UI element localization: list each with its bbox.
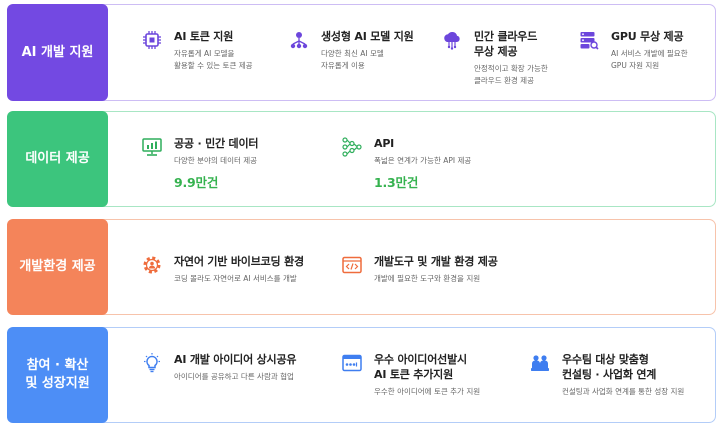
item-genai-model: 생성형 AI 모델 지원 다양한 최신 AI 모델 자유롭게 이용 <box>289 29 414 72</box>
item-ai-token: AI 토큰 지원 자유롭게 AI 모델을 활용할 수 있는 토큰 제공 <box>142 29 253 72</box>
item-desc: 코딩 몰라도 자연어로 AI 서비스를 개발 <box>174 274 297 283</box>
section-participation-growth: 참여 · 확산 및 성장지원 AI 개발 아이디어 상시공유 아이디어를 공유하… <box>7 327 716 423</box>
item-desc: 자유롭게 AI 모델을 활용할 수 있는 토큰 제공 <box>174 49 253 70</box>
item-desc: 다양한 최신 AI 모델 자유롭게 이용 <box>321 49 384 70</box>
section-panel: 자연어 기반 바이브코딩 환경 코딩 몰라도 자연어로 AI 서비스를 개발 개… <box>101 219 716 315</box>
item-desc: 안정적이고 확장 가능한 클라우드 환경 제공 <box>474 64 548 85</box>
chip-icon <box>142 30 162 50</box>
section-data-provision: 데이터 제공 공공 · 민간 데이터 다양한 분야의 데이터 제공 9.9만건 … <box>7 111 716 207</box>
item-title: API <box>374 137 395 150</box>
section-label: AI 개발 지원 <box>7 4 108 101</box>
item-dev-tools: 개발도구 및 개발 환경 제공 개발에 필요한 도구와 환경을 지원 <box>342 254 498 285</box>
item-title: 민간 클라우드 무상 제공 <box>474 30 538 58</box>
item-desc: 우수한 아이디어에 토큰 추가 지원 <box>374 387 481 396</box>
data-count: 9.9만건 <box>174 175 219 190</box>
item-title: AI 토큰 지원 <box>174 30 234 43</box>
section-ai-dev-support: AI 개발 지원 AI 토큰 지원 자유롭게 AI 모델을 활용할 수 있는 토… <box>7 4 716 101</box>
item-api: API 폭넓은 연계가 가능한 API 제공 1.3만건 <box>342 136 471 191</box>
api-count: 1.3만건 <box>374 175 419 190</box>
code-window-icon <box>342 255 362 275</box>
lightbulb-icon <box>142 353 162 373</box>
item-consulting: 우수팀 대상 맞춤형 컨설팅 · 사업화 연계 컨설팅과 사업화 연계를 통한 … <box>530 352 684 398</box>
section-label: 참여 · 확산 및 성장지원 <box>7 327 108 423</box>
api-nodes-icon <box>342 137 362 157</box>
item-gpu: GPU 무상 제공 AI 서비스 개발에 필요한 GPU 자원 지원 <box>579 29 688 72</box>
item-title: GPU 무상 제공 <box>611 30 684 43</box>
item-desc: 개발에 필요한 도구와 환경을 지원 <box>374 274 481 283</box>
item-desc: 다양한 분야의 데이터 제공 <box>174 156 258 165</box>
section-panel: AI 토큰 지원 자유롭게 AI 모델을 활용할 수 있는 토큰 제공 생성형 … <box>101 4 716 101</box>
item-desc: 아이디어를 공유하고 다른 사람과 협업 <box>174 372 294 381</box>
item-title: 공공 · 민간 데이터 <box>174 137 259 150</box>
gear-person-icon <box>142 255 162 275</box>
section-label: 데이터 제공 <box>7 111 108 207</box>
section-panel: AI 개발 아이디어 상시공유 아이디어를 공유하고 다른 사람과 협업 우수 … <box>101 327 716 423</box>
item-cloud: 민간 클라우드 무상 제공 안정적이고 확장 가능한 클라우드 환경 제공 <box>442 29 548 87</box>
item-title: 자연어 기반 바이브코딩 환경 <box>174 255 304 268</box>
item-public-private-data: 공공 · 민간 데이터 다양한 분야의 데이터 제공 9.9만건 <box>142 136 259 191</box>
server-icon <box>579 30 599 50</box>
monitor-chart-icon <box>142 137 162 157</box>
item-title: 우수 아이디어선발시 AI 토큰 추가지원 <box>374 353 467 381</box>
item-title: 개발도구 및 개발 환경 제공 <box>374 255 498 268</box>
item-desc: AI 서비스 개발에 필요한 GPU 자원 지원 <box>611 49 688 70</box>
cloud-icon <box>442 30 462 50</box>
item-title: 생성형 AI 모델 지원 <box>321 30 414 43</box>
network-icon <box>289 30 309 50</box>
section-label: 개발환경 제공 <box>7 219 108 315</box>
item-desc: 폭넓은 연계가 가능한 API 제공 <box>374 156 472 165</box>
item-title: 우수팀 대상 맞춤형 컨설팅 · 사업화 연계 <box>562 353 657 381</box>
section-dev-environment: 개발환경 제공 자연어 기반 바이브코딩 환경 코딩 몰라도 자연어로 AI 서… <box>7 219 716 315</box>
section-panel: 공공 · 민간 데이터 다양한 분야의 데이터 제공 9.9만건 API 폭넓은… <box>101 111 716 207</box>
item-idea-sharing: AI 개발 아이디어 상시공유 아이디어를 공유하고 다른 사람과 협업 <box>142 352 296 383</box>
item-idea-selection: 우수 아이디어선발시 AI 토큰 추가지원 우수한 아이디어에 토큰 추가 지원 <box>342 352 480 398</box>
item-desc: 컨설팅과 사업화 연계를 통한 성장 지원 <box>562 387 685 396</box>
item-vibe-coding: 자연어 기반 바이브코딩 환경 코딩 몰라도 자연어로 AI 서비스를 개발 <box>142 254 304 285</box>
password-window-icon <box>342 353 362 373</box>
team-icon <box>530 353 550 373</box>
item-title: AI 개발 아이디어 상시공유 <box>174 353 297 366</box>
